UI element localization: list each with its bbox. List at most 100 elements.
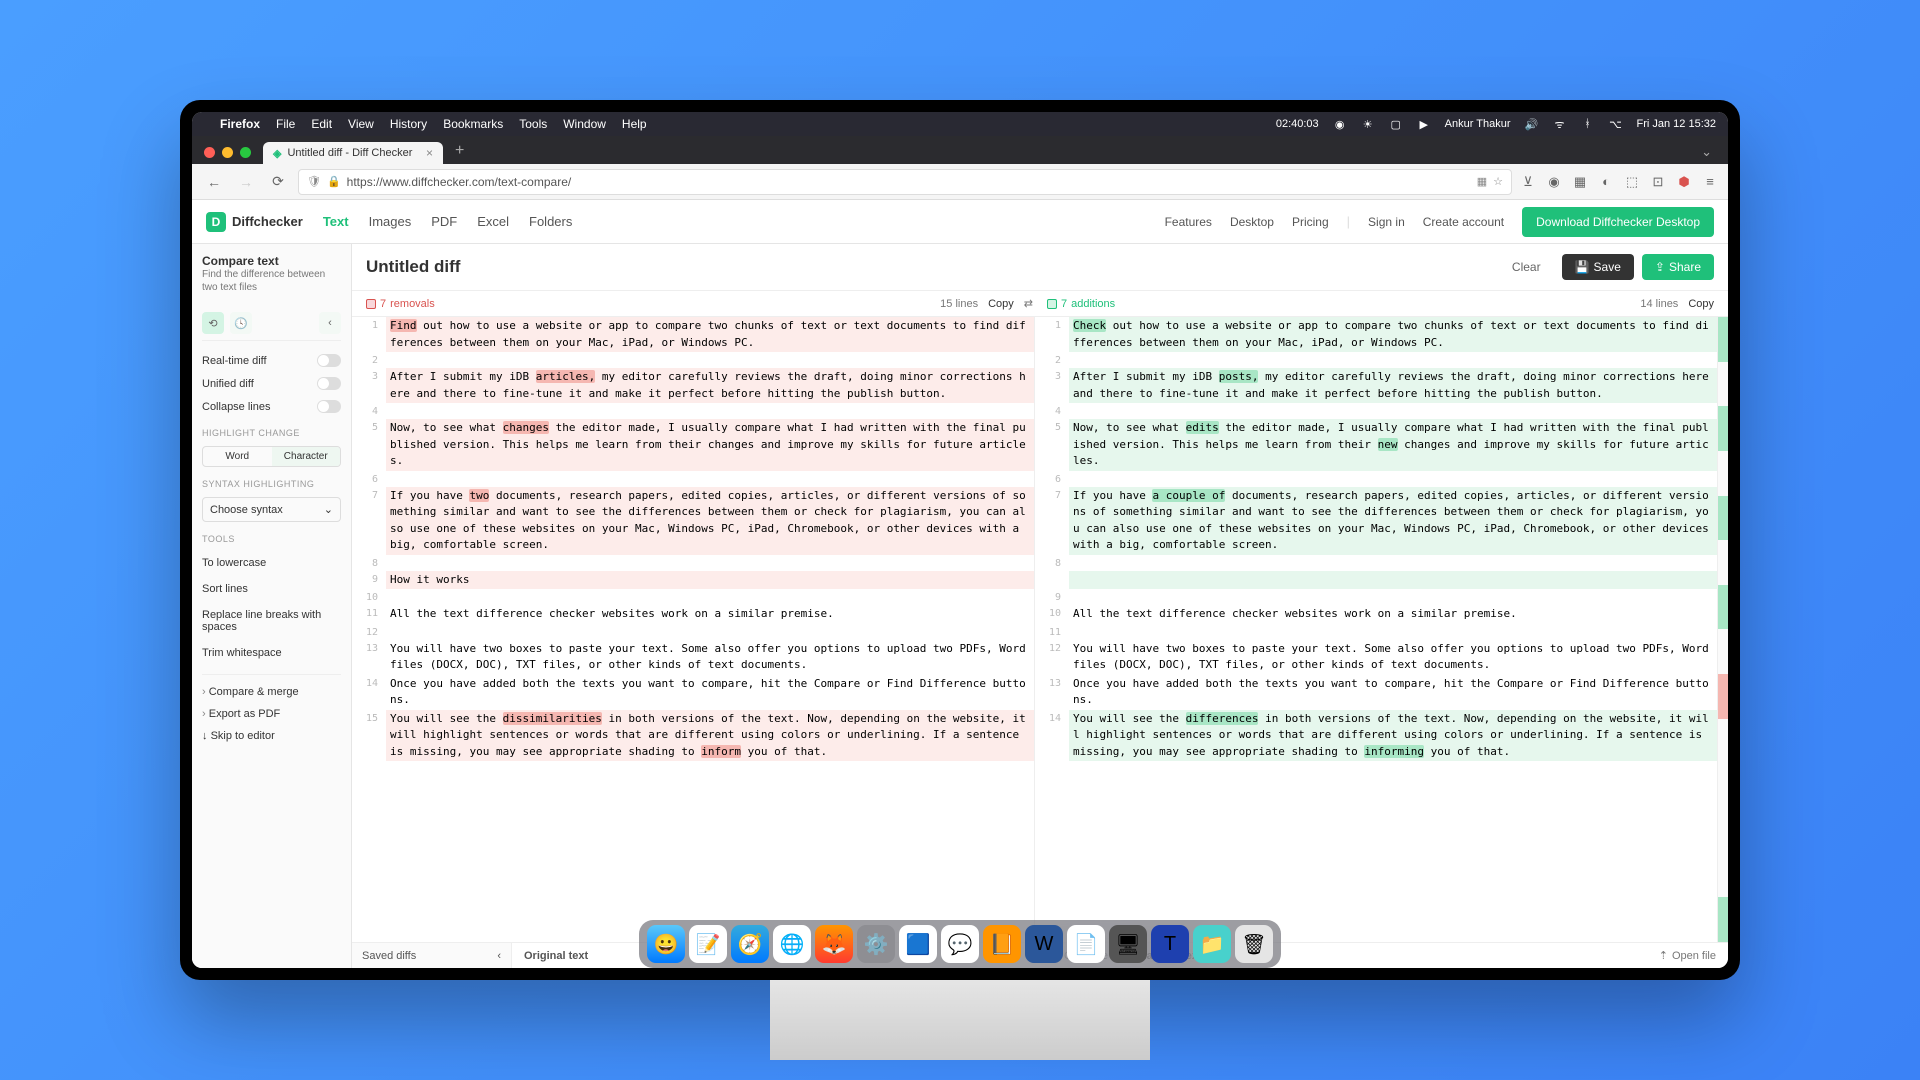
- nav-excel[interactable]: Excel: [477, 214, 509, 229]
- diff-line[interactable]: 6: [1035, 471, 1717, 487]
- reload-button[interactable]: ⟳: [266, 170, 290, 194]
- diff-line[interactable]: 10All the text difference checker websit…: [1035, 605, 1717, 624]
- control-center-icon[interactable]: ⌥: [1609, 117, 1623, 131]
- dock-chrome[interactable]: 🌐: [773, 925, 811, 963]
- diff-line[interactable]: 5Now, to see what changes the editor mad…: [352, 419, 1034, 471]
- diff-line[interactable]: 14You will see the differences in both v…: [1035, 710, 1717, 762]
- diff-line[interactable]: 13Once you have added both the texts you…: [1035, 675, 1717, 710]
- volume-icon[interactable]: 🔊: [1525, 117, 1539, 131]
- dock-app1[interactable]: 🖥: [1109, 925, 1147, 963]
- dock-textedit[interactable]: 📄: [1067, 925, 1105, 963]
- diff-title[interactable]: Untitled diff: [366, 257, 460, 277]
- diff-line[interactable]: 12You will have two boxes to paste your …: [1035, 640, 1717, 675]
- diff-line[interactable]: 1Find out how to use a website or app to…: [352, 317, 1034, 352]
- record-icon[interactable]: ◉: [1333, 117, 1347, 131]
- unified-toggle[interactable]: [317, 377, 341, 390]
- tool-trim[interactable]: Trim whitespace: [202, 642, 341, 664]
- diff-line[interactable]: 14Once you have added both the texts you…: [352, 675, 1034, 710]
- skip-to-editor[interactable]: ↓ Skip to editor: [202, 725, 341, 747]
- save-button[interactable]: 💾Save: [1562, 254, 1634, 280]
- nav-pdf[interactable]: PDF: [431, 214, 457, 229]
- diff-body[interactable]: 1Find out how to use a website or app to…: [352, 317, 1728, 942]
- pocket-icon[interactable]: ⊻: [1520, 174, 1536, 190]
- minimize-window-button[interactable]: [222, 147, 233, 158]
- diff-line[interactable]: 3After I submit my iDB posts, my editor …: [1035, 368, 1717, 403]
- diff-line[interactable]: 1Check out how to use a website or app t…: [1035, 317, 1717, 352]
- minimap[interactable]: [1718, 317, 1728, 942]
- nav-text[interactable]: Text: [323, 214, 349, 229]
- menu-tools[interactable]: Tools: [519, 117, 547, 131]
- browser-tab[interactable]: ◈ Untitled diff - Diff Checker ×: [263, 142, 443, 164]
- dock-downloads[interactable]: 📁: [1193, 925, 1231, 963]
- create-account-link[interactable]: Create account: [1423, 215, 1504, 229]
- right-pane[interactable]: 1Check out how to use a website or app t…: [1035, 317, 1718, 942]
- menu-window[interactable]: Window: [563, 117, 606, 131]
- dock-word[interactable]: W: [1025, 925, 1063, 963]
- diff-line[interactable]: 11: [1035, 624, 1717, 640]
- compare-merge[interactable]: Compare & merge: [202, 681, 341, 703]
- extension3-icon[interactable]: ⬚: [1624, 174, 1640, 190]
- back-button[interactable]: ←: [202, 170, 226, 194]
- nav-images[interactable]: Images: [369, 214, 412, 229]
- menu-view[interactable]: View: [348, 117, 374, 131]
- close-tab-icon[interactable]: ×: [426, 146, 433, 160]
- hamburger-icon[interactable]: ≡: [1702, 174, 1718, 190]
- collapse-sidebar-icon[interactable]: ‹: [319, 312, 341, 334]
- dock-skype[interactable]: 🟦: [899, 925, 937, 963]
- diff-line[interactable]: 6: [352, 471, 1034, 487]
- diff-line[interactable]: 9: [1035, 589, 1717, 605]
- display-icon[interactable]: ▢: [1389, 117, 1403, 131]
- dock-slack[interactable]: 💬: [941, 925, 979, 963]
- new-tab-button[interactable]: +: [447, 142, 472, 164]
- export-pdf[interactable]: Export as PDF: [202, 703, 341, 725]
- seg-character[interactable]: Character: [272, 447, 341, 466]
- url-input[interactable]: 🛡 🔒 https://www.diffchecker.com/text-com…: [298, 169, 1512, 195]
- bluetooth-icon[interactable]: ᚼ: [1581, 117, 1595, 131]
- clear-button[interactable]: Clear: [1499, 254, 1554, 280]
- forward-button[interactable]: →: [234, 170, 258, 194]
- clock-icon[interactable]: 🕓: [230, 312, 252, 334]
- diff-line[interactable]: 9How it works: [352, 571, 1034, 590]
- diff-line[interactable]: 12: [352, 624, 1034, 640]
- link-desktop[interactable]: Desktop: [1230, 215, 1274, 229]
- play-icon[interactable]: ▶: [1417, 117, 1431, 131]
- extension4-icon[interactable]: ⊡: [1650, 174, 1666, 190]
- copy-left-button[interactable]: Copy: [988, 298, 1014, 310]
- download-button[interactable]: Download Diffchecker Desktop: [1522, 207, 1714, 237]
- dock-settings[interactable]: ⚙️: [857, 925, 895, 963]
- tool-replace-breaks[interactable]: Replace line breaks with spaces: [202, 604, 341, 638]
- link-pricing[interactable]: Pricing: [1292, 215, 1329, 229]
- diff-line[interactable]: 2: [352, 352, 1034, 368]
- left-pane[interactable]: 1Find out how to use a website or app to…: [352, 317, 1035, 942]
- brightness-icon[interactable]: ☀: [1361, 117, 1375, 131]
- diff-line[interactable]: 10: [352, 589, 1034, 605]
- diff-line[interactable]: 15You will see the dissimilarities in bo…: [352, 710, 1034, 762]
- diff-line[interactable]: 13You will have two boxes to paste your …: [352, 640, 1034, 675]
- dock-notes[interactable]: 📝: [689, 925, 727, 963]
- qr-icon[interactable]: ▦: [1477, 175, 1487, 188]
- maximize-window-button[interactable]: [240, 147, 251, 158]
- tool-lowercase[interactable]: To lowercase: [202, 552, 341, 574]
- realtime-toggle[interactable]: [317, 354, 341, 367]
- dock-sublime[interactable]: 📙: [983, 925, 1021, 963]
- saved-diffs-row[interactable]: Saved diffs ‹: [352, 943, 512, 968]
- diff-line[interactable]: 7If you have a couple of documents, rese…: [1035, 487, 1717, 555]
- logo[interactable]: D Diffchecker: [206, 212, 303, 232]
- diff-line[interactable]: 2: [1035, 352, 1717, 368]
- signin-link[interactable]: Sign in: [1368, 215, 1405, 229]
- menubar-user[interactable]: Ankur Thakur: [1445, 118, 1511, 130]
- link-features[interactable]: Features: [1165, 215, 1212, 229]
- diff-line[interactable]: 8: [1035, 555, 1717, 571]
- diff-line[interactable]: 8: [352, 555, 1034, 571]
- history-icon[interactable]: ⟲: [202, 312, 224, 334]
- syntax-select[interactable]: Choose syntax ⌄: [202, 497, 341, 522]
- diff-line[interactable]: 4: [352, 403, 1034, 419]
- diff-line[interactable]: 3After I submit my iDB articles, my edit…: [352, 368, 1034, 403]
- share-button[interactable]: ⇪Share: [1642, 254, 1714, 280]
- open-file-right[interactable]: ⇡Open file: [1659, 949, 1716, 962]
- dock-app2[interactable]: T: [1151, 925, 1189, 963]
- diff-line[interactable]: 5Now, to see what edits the editor made,…: [1035, 419, 1717, 471]
- close-window-button[interactable]: [204, 147, 215, 158]
- menu-edit[interactable]: Edit: [311, 117, 332, 131]
- tool-sort[interactable]: Sort lines: [202, 578, 341, 600]
